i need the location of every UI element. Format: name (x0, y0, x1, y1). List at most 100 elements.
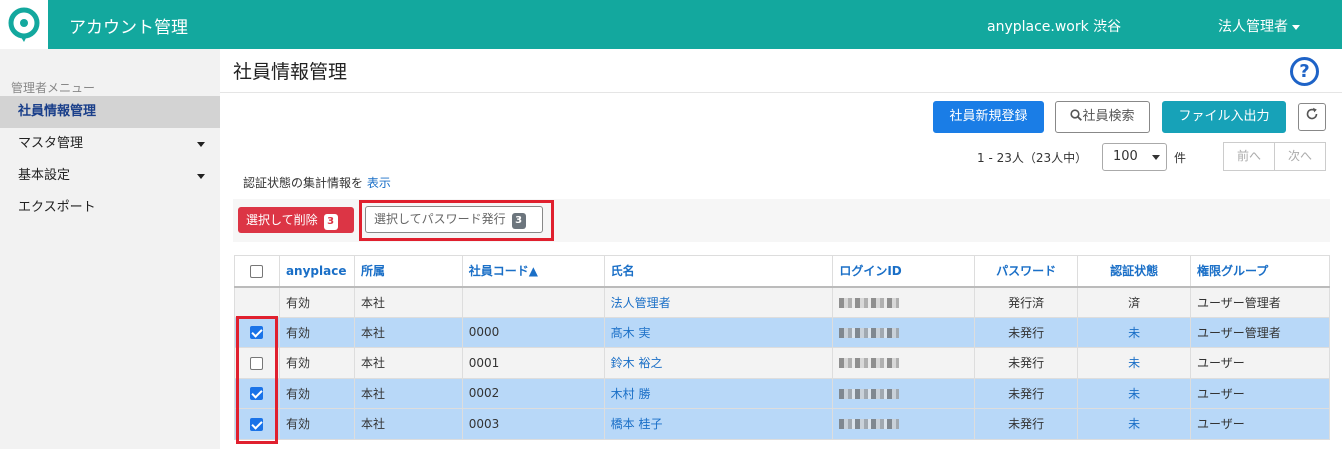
table-row[interactable]: 有効 本社 0003 橋本 桂子 未発行 未 ユーザー (234, 408, 1330, 440)
employee-name-link[interactable]: 髙木 実 (611, 326, 651, 340)
cell-group: ユーザー (1190, 347, 1330, 379)
cell-auth: 済 (1077, 286, 1192, 318)
col-header-anyplace[interactable]: anyplace (278, 255, 355, 288)
sidebar-item-export[interactable]: エクスポート (0, 192, 220, 224)
auth-status-link[interactable]: 未 (1128, 356, 1140, 370)
cell-password: 発行済 (974, 286, 1079, 318)
table-row[interactable]: 有効 本社 0002 木村 勝 未発行 未 ユーザー (234, 377, 1330, 409)
help-icon[interactable]: ? (1290, 57, 1319, 86)
cell-group: ユーザー (1190, 377, 1330, 409)
caret-down-icon (197, 142, 205, 147)
cell-name: 木村 勝 (603, 377, 834, 409)
sidebar-caption: 管理者メニュー (11, 81, 96, 95)
sidebar-item-settings[interactable]: 基本設定 (0, 160, 220, 192)
sidebar-item-employee-info[interactable]: 社員情報管理 (0, 96, 220, 128)
table-row[interactable]: 有効 本社 法人管理者 発行済 済 ユーザー管理者 (234, 286, 1330, 318)
cell-name: 髙木 実 (603, 316, 834, 348)
cell-code: 0003 (461, 408, 605, 440)
table-row[interactable]: 有効 本社 0000 髙木 実 未発行 未 ユーザー管理者 (234, 316, 1330, 348)
refresh-icon (1306, 107, 1318, 120)
cell-login-id (832, 377, 976, 409)
logo-icon (8, 7, 40, 42)
cell-login-id (832, 316, 976, 348)
cell-auth: 未 (1077, 347, 1192, 379)
col-header-group[interactable]: 権限グループ (1190, 255, 1330, 288)
row-select-cell[interactable] (234, 377, 280, 409)
delete-selected-button[interactable]: 選択して削除 3 (238, 207, 354, 233)
employee-name-link[interactable]: 鈴木 裕之 (611, 356, 663, 370)
auth-status-link[interactable]: 未 (1128, 387, 1140, 401)
sidebar-item-master[interactable]: マスタ管理 (0, 128, 220, 160)
result-count: 1 - 23人（23人中） (977, 151, 1088, 165)
cell-auth: 未 (1077, 377, 1192, 409)
workspace-name[interactable]: anyplace.work 渋谷 (987, 16, 1121, 36)
sidebar-item-label: エクスポート (18, 200, 96, 215)
cell-dept: 本社 (353, 286, 463, 318)
row-select-cell[interactable] (234, 408, 280, 440)
cell-password: 未発行 (974, 408, 1079, 440)
row-checkbox[interactable] (250, 387, 264, 401)
row-select-cell[interactable] (234, 316, 280, 348)
sidebar-item-label: 社員情報管理 (18, 104, 97, 119)
col-header-name[interactable]: 氏名 (603, 255, 834, 288)
employee-name-link[interactable]: 法人管理者 (611, 296, 671, 310)
search-employee-button[interactable]: 社員検索 (1055, 101, 1150, 133)
row-checkbox[interactable] (250, 326, 264, 340)
next-page-button[interactable]: 次へ (1274, 142, 1326, 171)
refresh-button[interactable] (1298, 103, 1326, 131)
cell-status: 有効 (278, 408, 355, 440)
cell-password: 未発行 (974, 316, 1079, 348)
col-header-login-id[interactable]: ログインID (832, 255, 976, 288)
page-title: 社員情報管理 (233, 61, 348, 83)
chevron-down-icon (1152, 155, 1160, 160)
redacted-login-id (839, 419, 900, 430)
col-header-dept[interactable]: 所属 (353, 255, 463, 288)
cell-password: 未発行 (974, 377, 1079, 409)
cell-dept: 本社 (353, 347, 463, 379)
cell-status: 有効 (278, 377, 355, 409)
issue-password-label: 選択してパスワード発行 (374, 212, 506, 226)
auth-summary: 認証状態の集計情報を 表示 (243, 174, 391, 191)
cell-code: 0000 (461, 316, 605, 348)
table-header-row: anyplace 所属 社員コード▲ 氏名 ログインID パスワード 認証状態 … (234, 255, 1330, 288)
redacted-login-id (839, 358, 900, 369)
page-size-select[interactable]: 100 (1102, 143, 1167, 171)
employee-name-link[interactable]: 橋本 桂子 (611, 417, 663, 431)
cell-login-id (832, 347, 976, 379)
row-checkbox[interactable] (250, 417, 264, 431)
app-title: アカウント管理 (69, 18, 188, 38)
file-io-button[interactable]: ファイル入出力 (1162, 101, 1286, 133)
col-header-code[interactable]: 社員コード▲ (461, 255, 605, 288)
row-checkbox[interactable] (250, 356, 264, 370)
prev-page-button[interactable]: 前へ (1223, 142, 1275, 171)
row-select-cell[interactable] (234, 347, 280, 379)
page-size-value: 100 (1113, 149, 1138, 164)
auth-status-link[interactable]: 未 (1128, 326, 1140, 340)
caret-down-icon (197, 174, 205, 179)
cell-dept: 本社 (353, 316, 463, 348)
add-employee-button[interactable]: 社員新規登録 (933, 101, 1044, 133)
cell-login-id (832, 286, 976, 318)
show-summary-link[interactable]: 表示 (367, 176, 391, 190)
cell-group: ユーザー管理者 (1190, 316, 1330, 348)
sidebar: 管理者メニュー 社員情報管理 マスタ管理 基本設定 エクスポート (0, 49, 220, 449)
auth-status-link[interactable]: 未 (1128, 417, 1140, 431)
employee-name-link[interactable]: 木村 勝 (611, 387, 651, 401)
cell-login-id (832, 408, 976, 440)
cell-name: 法人管理者 (603, 286, 834, 318)
password-count-badge: 3 (511, 213, 526, 229)
select-all-cell[interactable] (234, 255, 280, 288)
table-row[interactable]: 有効 本社 0001 鈴木 裕之 未発行 未 ユーザー (234, 347, 1330, 379)
cell-auth: 未 (1077, 316, 1192, 348)
search-button-label: 社員検索 (1082, 109, 1135, 124)
user-menu[interactable]: 法人管理者 (1218, 16, 1300, 36)
row-select-cell (234, 286, 280, 318)
logo[interactable] (0, 0, 48, 49)
col-header-password[interactable]: パスワード (974, 255, 1079, 288)
col-header-auth[interactable]: 認証状態 (1077, 255, 1192, 288)
issue-password-button[interactable]: 選択してパスワード発行 3 (365, 206, 543, 233)
cell-code: 0002 (461, 377, 605, 409)
cell-dept: 本社 (353, 408, 463, 440)
select-all-checkbox[interactable] (250, 264, 264, 278)
cell-code: 0001 (461, 347, 605, 379)
